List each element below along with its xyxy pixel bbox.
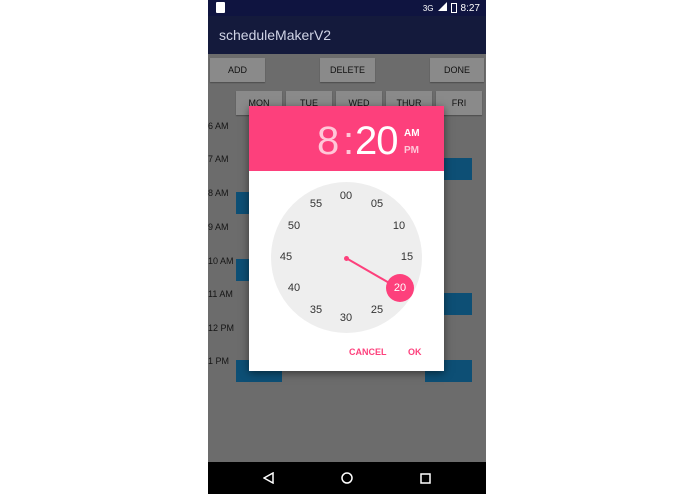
battery-icon (450, 3, 457, 13)
sd-card-icon (216, 2, 225, 13)
navigation-bar (208, 462, 486, 494)
app-bar: scheduleMakerV2 (208, 16, 486, 54)
clock-center-dot (344, 256, 349, 261)
minute-35[interactable]: 35 (310, 304, 322, 316)
delete-button[interactable]: DELETE (320, 58, 375, 82)
time-10am: 10 AM (208, 256, 234, 266)
app-title: scheduleMakerV2 (219, 27, 332, 43)
time-separator: : (343, 119, 355, 163)
status-time: 8:27 (460, 2, 480, 14)
minute-40[interactable]: 40 (288, 282, 300, 294)
time-picker-dialog: 8 : 20 AM PM 00 05 10 15 25 30 35 40 45 … (249, 106, 444, 371)
time-1pm: 1 PM (208, 356, 230, 366)
time-6am: 6 AM (208, 121, 229, 131)
signal-icon (437, 2, 447, 14)
minute-50[interactable]: 50 (288, 220, 300, 232)
minute-05[interactable]: 05 (371, 198, 383, 210)
minute-55[interactable]: 55 (310, 198, 322, 210)
time-8am: 8 AM (208, 188, 229, 198)
cancel-button[interactable]: CANCEL (349, 347, 387, 357)
minute-45[interactable]: 45 (280, 251, 292, 263)
minute-15[interactable]: 15 (401, 251, 413, 263)
time-7am: 7 AM (208, 154, 229, 164)
back-icon[interactable] (254, 462, 284, 494)
selected-minute-20[interactable]: 20 (386, 274, 414, 302)
hour-display[interactable]: 8 (317, 119, 339, 164)
status-bar: 3G 8:27 (208, 0, 486, 16)
schedule-block[interactable] (444, 293, 472, 315)
pm-toggle[interactable]: PM (404, 145, 419, 156)
schedule-block[interactable] (236, 259, 250, 281)
home-icon[interactable] (332, 462, 362, 494)
schedule-block[interactable] (236, 192, 250, 214)
network-type: 3G (422, 3, 434, 13)
am-toggle[interactable]: AM (404, 128, 420, 139)
add-button[interactable]: ADD (210, 58, 265, 82)
time-12pm: 12 PM (208, 323, 235, 333)
recents-icon[interactable] (410, 462, 440, 494)
minute-display[interactable]: 20 (355, 119, 398, 164)
time-11am: 11 AM (208, 289, 233, 299)
minute-30[interactable]: 30 (340, 312, 352, 324)
time-9am: 9 AM (208, 222, 229, 232)
minute-10[interactable]: 10 (393, 220, 405, 232)
schedule-block[interactable] (444, 158, 472, 180)
done-button[interactable]: DONE (430, 58, 484, 82)
ok-button[interactable]: OK (408, 347, 422, 357)
time-picker-header: 8 : 20 AM PM (249, 106, 444, 171)
minute-00[interactable]: 00 (340, 190, 352, 202)
minute-25[interactable]: 25 (371, 304, 383, 316)
